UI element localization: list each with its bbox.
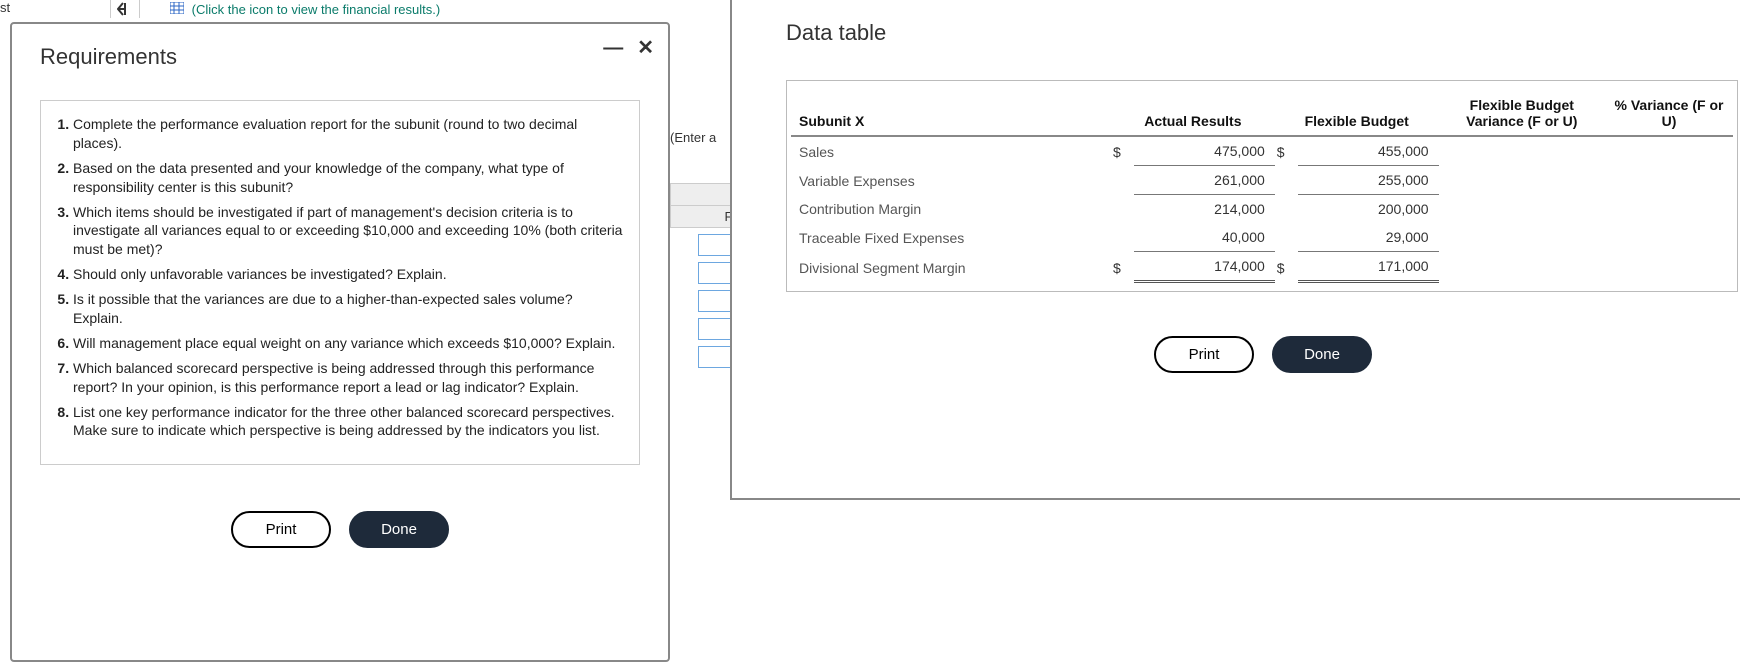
requirements-box: Complete the performance evaluation repo… xyxy=(40,100,640,465)
requirement-item: Complete the performance evaluation repo… xyxy=(73,115,623,153)
data-table-modal: Data table Subunit X Actual Results Flex… xyxy=(730,0,1740,500)
cur xyxy=(1111,195,1134,224)
cur: $ xyxy=(1111,252,1134,282)
done-button[interactable]: Done xyxy=(349,511,449,548)
pct-value xyxy=(1605,195,1733,224)
close-icon[interactable]: ✕ xyxy=(637,38,654,58)
variance-value xyxy=(1439,195,1605,224)
cur xyxy=(1275,195,1298,224)
pct-value xyxy=(1605,252,1733,282)
flex-value: 255,000 xyxy=(1298,166,1439,195)
cur xyxy=(1111,223,1134,252)
actual-value: 40,000 xyxy=(1134,223,1275,252)
bg-fragment: st xyxy=(0,0,10,15)
flex-value: 200,000 xyxy=(1298,195,1439,224)
requirement-item: List one key performance indicator for t… xyxy=(73,403,623,441)
view-results-text: (Click the icon to view the financial re… xyxy=(192,2,441,17)
table-row: Sales$475,000$455,000 xyxy=(791,136,1733,166)
col-flexible: Flexible Budget xyxy=(1275,91,1439,136)
cur: $ xyxy=(1111,136,1134,166)
done-button[interactable]: Done xyxy=(1272,336,1372,373)
print-button[interactable]: Print xyxy=(1154,336,1254,373)
cur: $ xyxy=(1275,252,1298,282)
row-label: Contribution Margin xyxy=(791,195,1111,224)
row-label: Variable Expenses xyxy=(791,166,1111,195)
requirement-item: Should only unfavorable variances be inv… xyxy=(73,265,623,284)
view-results-link[interactable]: (Click the icon to view the financial re… xyxy=(170,2,440,17)
requirements-title: Requirements xyxy=(40,44,640,70)
variance-value xyxy=(1439,252,1605,282)
actual-value: 214,000 xyxy=(1134,195,1275,224)
requirement-item: Which items should be investigated if pa… xyxy=(73,203,623,260)
requirement-item: Based on the data presented and your kno… xyxy=(73,159,623,197)
table-icon xyxy=(170,2,188,17)
row-label: Sales xyxy=(791,136,1111,166)
variance-value xyxy=(1439,136,1605,166)
actual-value: 475,000 xyxy=(1134,136,1275,166)
actual-value: 174,000 xyxy=(1134,252,1275,282)
row-label: Traceable Fixed Expenses xyxy=(791,223,1111,252)
pct-value xyxy=(1605,223,1733,252)
actual-value: 261,000 xyxy=(1134,166,1275,195)
flex-value: 171,000 xyxy=(1298,252,1439,282)
print-button[interactable]: Print xyxy=(231,511,331,548)
col-variance: Flexible Budget Variance (F or U) xyxy=(1439,91,1605,136)
minimize-icon[interactable]: — xyxy=(603,38,623,58)
requirement-item: Which balanced scorecard perspective is … xyxy=(73,359,623,397)
requirement-item: Will management place equal weight on an… xyxy=(73,334,623,353)
pct-value xyxy=(1605,166,1733,195)
variance-value xyxy=(1439,166,1605,195)
col-subunit: Subunit X xyxy=(791,91,1111,136)
requirement-item: Is it possible that the variances are du… xyxy=(73,290,623,328)
back-arrow-icon[interactable] xyxy=(110,0,140,18)
row-label: Divisional Segment Margin xyxy=(791,252,1111,282)
data-table-box: Subunit X Actual Results Flexible Budget… xyxy=(786,80,1738,292)
data-table-title: Data table xyxy=(786,20,1740,46)
table-row: Variable Expenses 261,000 255,000 xyxy=(791,166,1733,195)
requirements-modal: — ✕ Requirements Complete the performanc… xyxy=(10,22,670,662)
table-row: Divisional Segment Margin$174,000$171,00… xyxy=(791,252,1733,282)
table-row: Contribution Margin 214,000 200,000 xyxy=(791,195,1733,224)
cur xyxy=(1111,166,1134,195)
table-row: Traceable Fixed Expenses 40,000 29,000 xyxy=(791,223,1733,252)
cur xyxy=(1275,223,1298,252)
flex-value: 455,000 xyxy=(1298,136,1439,166)
col-actual: Actual Results xyxy=(1111,91,1275,136)
variance-value xyxy=(1439,223,1605,252)
pct-value xyxy=(1605,136,1733,166)
flex-value: 29,000 xyxy=(1298,223,1439,252)
col-pct: % Variance (F or U) xyxy=(1605,91,1733,136)
cur: $ xyxy=(1275,136,1298,166)
cur xyxy=(1275,166,1298,195)
financial-table: Subunit X Actual Results Flexible Budget… xyxy=(791,91,1733,283)
